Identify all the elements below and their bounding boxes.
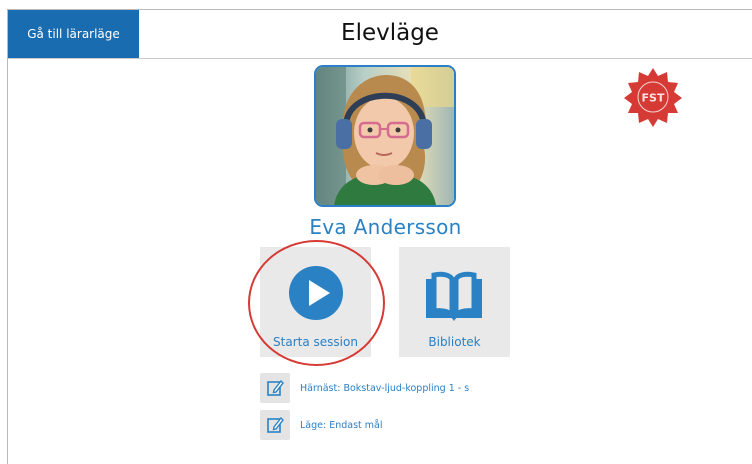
next-activity-text: Härnäst: Bokstav-ljud-koppling 1 - s (300, 382, 470, 394)
student-photo (314, 65, 456, 207)
edit-mode-button[interactable] (260, 410, 290, 440)
mode-info-row: Läge: Endast mål (260, 410, 383, 440)
library-label: Bibliotek (428, 335, 481, 349)
fst-badge-text: FST (642, 92, 665, 105)
play-icon (289, 266, 343, 320)
fst-badge-icon: FST (624, 68, 682, 127)
book-icon (426, 271, 482, 321)
library-button[interactable]: Bibliotek (399, 247, 510, 357)
start-session-label: Starta session (273, 335, 358, 349)
student-avatar-image (316, 67, 454, 205)
next-info-row: Härnäst: Bokstav-ljud-koppling 1 - s (260, 373, 469, 403)
edit-next-button[interactable] (260, 373, 290, 403)
student-name: Eva Andersson (309, 215, 462, 239)
start-session-button[interactable]: Starta session (260, 247, 371, 357)
header-bar: Gå till lärarläge Elevläge (8, 10, 752, 59)
edit-icon (267, 379, 284, 396)
page-title: Elevläge (341, 20, 439, 46)
edit-icon (267, 416, 284, 433)
mode-text: Läge: Endast mål (300, 419, 383, 431)
